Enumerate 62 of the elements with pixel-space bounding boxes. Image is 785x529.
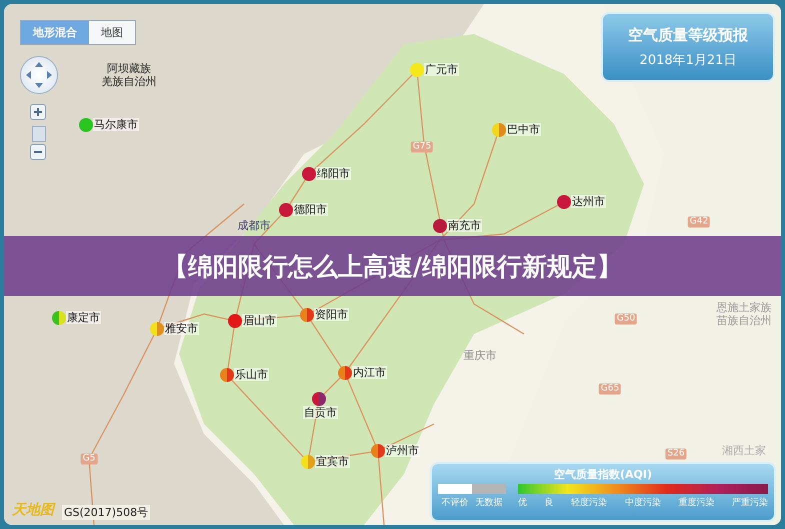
forecast-date: 2018年1月21日 (640, 52, 736, 68)
city-label: 宜宾市 (315, 455, 350, 468)
city-label: 绵阳市 (316, 167, 351, 180)
legend-label: 良 (544, 496, 554, 509)
map-type-tab[interactable]: 地图 (89, 21, 135, 44)
city-label: 德阳市 (293, 203, 328, 216)
map-logo: 天地图 (12, 501, 54, 519)
region-label: 重庆市 (464, 349, 496, 362)
region-label: 恩施土家族 苗族自治州 (716, 301, 772, 327)
region-label: 成都市 (238, 219, 270, 232)
city-label: 自贡市 (303, 406, 338, 419)
aqi-marker[interactable] (228, 314, 242, 328)
legend-label: 不评价 (442, 496, 468, 509)
road-shield: G5 (80, 454, 98, 464)
plus-icon (33, 107, 43, 117)
legend-label: 重度污染 (678, 496, 714, 509)
city-label: 康定市 (66, 311, 101, 324)
legend-title: 空气质量指数(AQI) (552, 467, 653, 482)
city-label: 雅安市 (164, 322, 199, 335)
city-label: 泸州市 (385, 444, 420, 457)
road-shield: G65 (598, 384, 622, 394)
aqi-marker[interactable] (220, 368, 234, 382)
aqi-marker[interactable] (52, 311, 66, 325)
license-text: GS(2017)508号 (62, 505, 150, 520)
aqi-marker[interactable] (279, 203, 293, 217)
zoom-in-button[interactable] (30, 104, 46, 120)
aqi-marker[interactable] (557, 195, 571, 209)
road-shield: G42 (688, 216, 710, 228)
aqi-marker[interactable] (302, 167, 316, 181)
aqi-marker[interactable] (338, 366, 352, 380)
road-shield: G50 (614, 314, 638, 324)
city-label: 南充市 (447, 219, 482, 232)
aqi-marker[interactable] (492, 123, 506, 137)
city-label: 马尔康市 (93, 118, 139, 131)
aqi-marker[interactable] (410, 63, 424, 77)
legend-label: 轻度污染 (571, 496, 608, 509)
aqi-marker[interactable] (371, 444, 385, 458)
aqi-marker[interactable] (150, 322, 164, 336)
forecast-title: 空气质量等级预报 (628, 26, 748, 44)
aqi-marker[interactable] (433, 219, 447, 233)
city-label: 内江市 (352, 366, 387, 379)
aqi-marker[interactable] (312, 392, 326, 406)
title-banner: 【绵阳限行怎么上高速/绵阳限行新规定】 (4, 236, 781, 296)
aqi-marker[interactable] (79, 118, 93, 132)
legend-label: 中度污染 (624, 496, 661, 509)
legend-label: 优 (518, 496, 527, 509)
city-label: 眉山市 (242, 314, 277, 327)
city-label: 资阳市 (314, 308, 349, 321)
city-label: 乐山市 (234, 368, 269, 381)
city-label: 达州市 (571, 195, 606, 208)
legend-label: 无数据 (476, 496, 502, 509)
region-label: 阿坝藏族 羌族自治州 (102, 62, 156, 88)
legend-label: 严重污染 (732, 496, 768, 509)
aqi-marker[interactable] (301, 455, 315, 469)
aqi-marker[interactable] (300, 308, 314, 322)
region-label: 湘西土家 (722, 444, 766, 457)
zoom-out-button[interactable] (30, 144, 46, 160)
zoom-slider-handle[interactable] (32, 126, 46, 142)
road-shield: G75 (410, 142, 434, 152)
city-label: 广元市 (424, 63, 459, 76)
road-shield: S26 (665, 448, 687, 460)
city-label: 巴中市 (506, 123, 541, 136)
